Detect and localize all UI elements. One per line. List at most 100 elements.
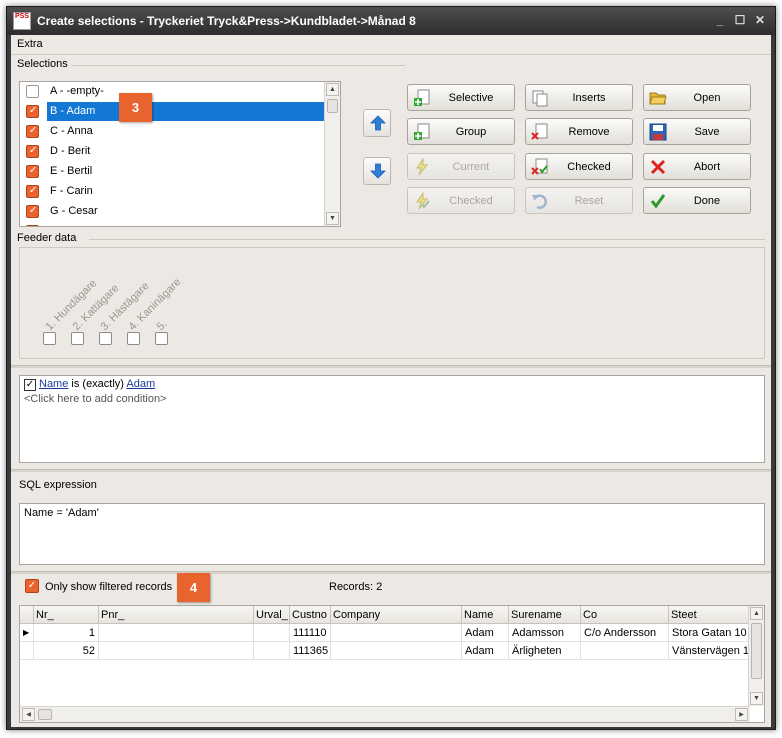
feeder-checkbox-2[interactable] — [71, 332, 84, 345]
selections-scrollbar[interactable]: ▲ ▼ — [324, 82, 340, 226]
move-down-button[interactable] — [363, 157, 391, 185]
scroll-left-icon[interactable]: ◀ — [22, 708, 35, 721]
selection-checkbox[interactable] — [26, 145, 39, 158]
column-header[interactable]: Company — [331, 606, 462, 624]
cell-name[interactable]: Adam — [462, 642, 509, 660]
feeder-label-5: 5. — [154, 318, 170, 333]
done-label: Done — [693, 195, 721, 207]
selection-checkbox[interactable] — [26, 125, 39, 138]
close-button[interactable]: ✕ — [753, 13, 767, 27]
scroll-thumb[interactable] — [38, 709, 52, 720]
scroll-down-icon[interactable]: ▼ — [326, 212, 339, 225]
scroll-up-icon[interactable]: ▲ — [750, 607, 763, 620]
selective-button[interactable]: Selective — [407, 84, 515, 111]
title-bar[interactable]: PSS Create selections - Tryckeriet Tryck… — [7, 7, 775, 35]
column-header[interactable]: Custno — [290, 606, 331, 624]
condition-value-link[interactable]: Adam — [126, 378, 155, 390]
scroll-thumb[interactable] — [751, 623, 762, 679]
checked-lightning-button[interactable]: Checked — [407, 187, 515, 214]
scroll-right-icon[interactable]: ▶ — [735, 708, 748, 721]
selection-checkbox[interactable] — [26, 185, 39, 198]
cell-pnr[interactable] — [99, 642, 254, 660]
scroll-down-icon[interactable]: ▼ — [750, 692, 763, 705]
selection-checkbox[interactable] — [26, 85, 39, 98]
checked-label: Checked — [567, 161, 611, 173]
scroll-up-icon[interactable]: ▲ — [326, 83, 339, 96]
list-item[interactable]: D - Berit — [20, 142, 326, 162]
grid-vertical-scrollbar[interactable]: ▲ ▼ — [748, 606, 764, 706]
done-button[interactable]: Done — [643, 187, 751, 214]
column-header[interactable]: Urval_ — [254, 606, 290, 624]
cell-nr[interactable]: 52 — [34, 642, 99, 660]
maximize-button[interactable]: ☐ — [733, 13, 747, 27]
column-header[interactable]: Surename — [509, 606, 581, 624]
list-item-partial[interactable] — [20, 222, 326, 226]
current-button[interactable]: Current — [407, 153, 515, 180]
move-up-button[interactable] — [363, 109, 391, 137]
only-filtered-checkbox[interactable]: ✓ — [25, 579, 39, 593]
cell-co[interactable]: C/o Andersson — [581, 624, 669, 642]
menu-extra[interactable]: Extra — [17, 38, 43, 50]
cell-custno[interactable]: 111110 — [290, 624, 331, 642]
selection-checkbox[interactable] — [26, 225, 39, 226]
selection-label: G - Cesar — [50, 205, 98, 217]
cell-company[interactable] — [331, 624, 462, 642]
cell-nr[interactable]: 1 — [34, 624, 99, 642]
list-item[interactable]: G - Cesar — [20, 202, 326, 222]
cell-street[interactable]: Stora Gatan 10 — [669, 624, 750, 642]
condition-editor[interactable]: ✓ Name is (exactly) Adam <Click here to … — [19, 375, 765, 463]
cell-pnr[interactable] — [99, 624, 254, 642]
cell-company[interactable] — [331, 642, 462, 660]
condition-checkbox[interactable]: ✓ — [24, 379, 36, 391]
checked-button[interactable]: Checked — [525, 153, 633, 180]
column-header[interactable]: Pnr_ — [99, 606, 254, 624]
cell-urval[interactable] — [254, 642, 290, 660]
splitter-3[interactable] — [11, 571, 771, 574]
selection-checkbox[interactable] — [26, 105, 39, 118]
column-header[interactable]: Nr_ — [34, 606, 99, 624]
column-header[interactable]: Steet — [669, 606, 750, 624]
records-grid[interactable]: Nr_ Pnr_ Urval_ Custno Company Name Sure… — [19, 605, 765, 723]
feeder-checkbox-1[interactable] — [43, 332, 56, 345]
list-item[interactable]: C - Anna — [20, 122, 326, 142]
minimize-button[interactable]: _ — [713, 13, 727, 27]
list-item[interactable]: F - Carin — [20, 182, 326, 202]
selections-list[interactable]: A - -empty- B - Adam C - Anna D - Berit … — [19, 81, 341, 227]
cell-street[interactable]: Vänstervägen 1 — [669, 642, 750, 660]
remove-button[interactable]: Remove — [525, 118, 633, 145]
condition-operator[interactable]: is (exactly) — [71, 378, 124, 390]
abort-button[interactable]: Abort — [643, 153, 751, 180]
column-header[interactable]: Co — [581, 606, 669, 624]
selection-checkbox[interactable] — [26, 165, 39, 178]
cell-urval[interactable] — [254, 624, 290, 642]
table-row[interactable]: ▶ 1 111110 Adam Adamsson C/o Andersson S… — [20, 624, 750, 642]
table-row[interactable]: 52 111365 Adam Ärligheten Vänstervägen 1 — [20, 642, 750, 660]
splitter-1[interactable] — [11, 365, 771, 368]
scroll-thumb[interactable] — [327, 99, 338, 113]
feeder-checkbox-5[interactable] — [155, 332, 168, 345]
add-condition-prompt[interactable]: <Click here to add condition> — [24, 393, 166, 405]
feeder-checkbox-4[interactable] — [127, 332, 140, 345]
feeder-group-divider — [89, 239, 765, 240]
cell-co[interactable] — [581, 642, 669, 660]
save-button[interactable]: Save — [643, 118, 751, 145]
callout-badge-4: 4 — [177, 573, 210, 602]
list-item-selected[interactable]: B - Adam — [20, 102, 333, 122]
inserts-button[interactable]: Inserts — [525, 84, 633, 111]
cell-custno[interactable]: 111365 — [290, 642, 331, 660]
selection-checkbox[interactable] — [26, 205, 39, 218]
sql-expression-box[interactable]: Name = 'Adam' — [19, 503, 765, 565]
group-button[interactable]: Group — [407, 118, 515, 145]
open-button[interactable]: Open — [643, 84, 751, 111]
splitter-2[interactable] — [11, 469, 771, 472]
feeder-checkbox-3[interactable] — [99, 332, 112, 345]
list-item[interactable]: A - -empty- — [20, 82, 326, 102]
grid-horizontal-scrollbar[interactable]: ◀ ▶ — [20, 706, 750, 722]
column-header[interactable]: Name — [462, 606, 509, 624]
cell-surename[interactable]: Ärligheten — [509, 642, 581, 660]
cell-name[interactable]: Adam — [462, 624, 509, 642]
cell-surename[interactable]: Adamsson — [509, 624, 581, 642]
list-item[interactable]: E - Bertil — [20, 162, 326, 182]
reset-button[interactable]: Reset — [525, 187, 633, 214]
condition-field-link[interactable]: Name — [39, 378, 68, 390]
